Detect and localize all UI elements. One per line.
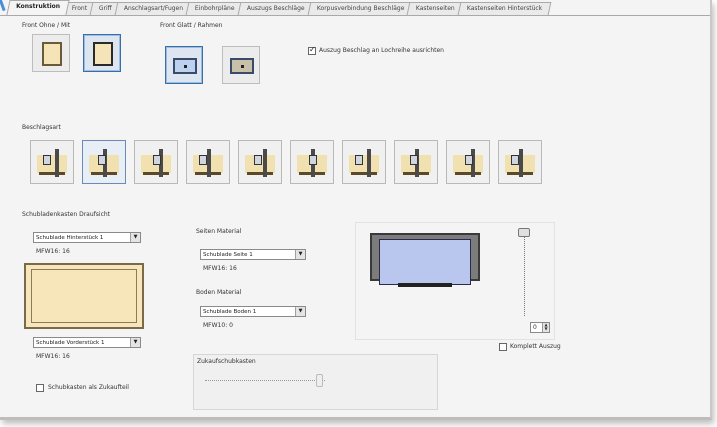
base-plate-shape: [39, 172, 65, 175]
tab-kastenseiten-hinterstueck[interactable]: Kastenseiten Hinterstück: [457, 2, 552, 15]
front-piece-select[interactable]: Schublade Vorderstück 1 ▼: [33, 337, 141, 348]
drawer-top-view-preview: [24, 263, 144, 329]
tab-auszugs-beschlaege[interactable]: Auszugs Beschläge: [237, 2, 314, 15]
door-icon: [42, 42, 62, 66]
purchase-slider-thumb[interactable]: [316, 374, 323, 387]
hinge-icon: [465, 155, 473, 165]
front-flat-group-label: Front Glatt / Rahmen: [160, 22, 223, 29]
side-thickness: MFW16: 16: [203, 265, 237, 272]
fittings-group-label: Beschlagsart: [22, 124, 61, 131]
chevron-down-icon[interactable]: ▼: [295, 250, 305, 259]
side-material-value: Schublade Seite 1: [203, 252, 253, 258]
align-checkbox-label: Auszug Beschlag an Lochreihe ausrichten: [319, 47, 444, 54]
hinge-icon: [355, 155, 363, 165]
front-ohne-option[interactable]: [32, 34, 70, 72]
hinge-icon: [43, 155, 51, 165]
extension-slider-thumb[interactable]: [518, 228, 530, 237]
fitting-type-option[interactable]: [342, 140, 386, 184]
cabinet-wall-shape: [37, 155, 67, 173]
fitting-type-option[interactable]: [498, 140, 542, 184]
tab-kastenseiten[interactable]: Kastenseiten: [406, 2, 465, 15]
side-material-label: Seiten Material: [196, 228, 242, 235]
cabinet-base: [398, 283, 452, 287]
fitting-type-option[interactable]: [446, 140, 490, 184]
base-plate-shape: [455, 172, 481, 175]
front-piece-value: Schublade Vorderstück 1: [36, 340, 105, 346]
post-shape: [263, 149, 267, 177]
post-shape: [207, 149, 211, 177]
purchased-part-checkbox[interactable]: [36, 384, 44, 392]
bottom-material-select[interactable]: Schublade Boden 1 ▼: [200, 306, 306, 317]
purchased-part-label: Schubkasten als Zukaufteil: [48, 384, 129, 391]
back-piece-select[interactable]: Schublade Hinterstück 1 ▼: [33, 232, 141, 243]
chevron-down-icon[interactable]: ▼: [130, 338, 140, 347]
front-thickness: MFW16: 16: [36, 353, 70, 360]
hinge-icon: [511, 155, 519, 165]
hinge-icon: [153, 155, 161, 165]
bottom-material-value: Schublade Boden 1: [203, 309, 257, 315]
dialog-frame: Konstruktion Front Griff Anschlagsart/Fu…: [0, 0, 712, 420]
hinge-icon: [309, 155, 317, 165]
front-glatt-option[interactable]: [165, 46, 203, 84]
full-extension-checkbox[interactable]: [499, 343, 507, 351]
post-shape: [367, 149, 371, 177]
bottom-thickness: MFW10: 0: [203, 322, 233, 329]
tab-bar: Konstruktion Front Griff Anschlagsart/Fu…: [0, 0, 710, 16]
hinge-icon: [199, 155, 207, 165]
fitting-type-option[interactable]: [290, 140, 334, 184]
door-icon: [93, 42, 113, 66]
purchase-slider-track: [205, 380, 325, 381]
hinge-icon: [410, 155, 418, 165]
chevron-down-icon[interactable]: ▼: [130, 233, 140, 242]
base-plate-shape: [351, 172, 377, 175]
cabinet-wall-shape: [349, 155, 379, 173]
fitting-type-option[interactable]: [238, 140, 282, 184]
chevron-down-icon[interactable]: ▼: [295, 307, 305, 316]
extension-spinner[interactable]: 0 ▲ ▼: [530, 322, 550, 333]
post-shape: [519, 149, 523, 177]
base-plate-shape: [143, 172, 169, 175]
drawer-panel: [379, 239, 471, 285]
tab-korpusverbindung[interactable]: Korpusverbindung Beschläge: [307, 2, 414, 15]
base-plate-shape: [247, 172, 273, 175]
fitting-type-option[interactable]: [134, 140, 178, 184]
fitting-type-option[interactable]: [30, 140, 74, 184]
fitting-type-option[interactable]: [394, 140, 438, 184]
post-shape: [55, 149, 59, 177]
back-thickness: MFW16: 16: [36, 248, 70, 255]
extension-slider-track: [524, 234, 528, 316]
tab-einbohrplaene[interactable]: Einbohrpläne: [185, 2, 245, 15]
front-rahmen-option[interactable]: [222, 46, 260, 84]
extension-spinner-value: 0: [533, 324, 537, 331]
front-group-label: Front Ohne / Mit: [22, 22, 71, 29]
fitting-type-option[interactable]: [82, 140, 126, 184]
tab-konstruktion[interactable]: Konstruktion: [6, 0, 70, 15]
hinge-icon: [98, 155, 106, 165]
drawer-front-icon: [173, 58, 197, 74]
purchase-drawer-label: Zukaufschubkasten: [197, 358, 256, 365]
tab-anschlagsart[interactable]: Anschlagsart/Fugen: [114, 2, 193, 15]
spin-arrows-icon[interactable]: ▲ ▼: [542, 323, 549, 332]
drawer-frame-icon: [230, 58, 254, 74]
hinge-icon: [254, 155, 262, 165]
cabinet-front-preview: [370, 233, 480, 289]
side-material-select[interactable]: Schublade Seite 1 ▼: [200, 249, 306, 260]
front-mit-option[interactable]: [83, 34, 121, 72]
back-piece-value: Schublade Hinterstück 1: [36, 235, 104, 241]
fitting-type-option[interactable]: [186, 140, 230, 184]
full-extension-label: Komplett Auszug: [510, 343, 561, 350]
align-checkbox[interactable]: [308, 45, 316, 55]
bottom-material-label: Boden Material: [196, 289, 242, 296]
drawer-section-label: Schubladenkasten Draufsicht: [22, 211, 111, 218]
